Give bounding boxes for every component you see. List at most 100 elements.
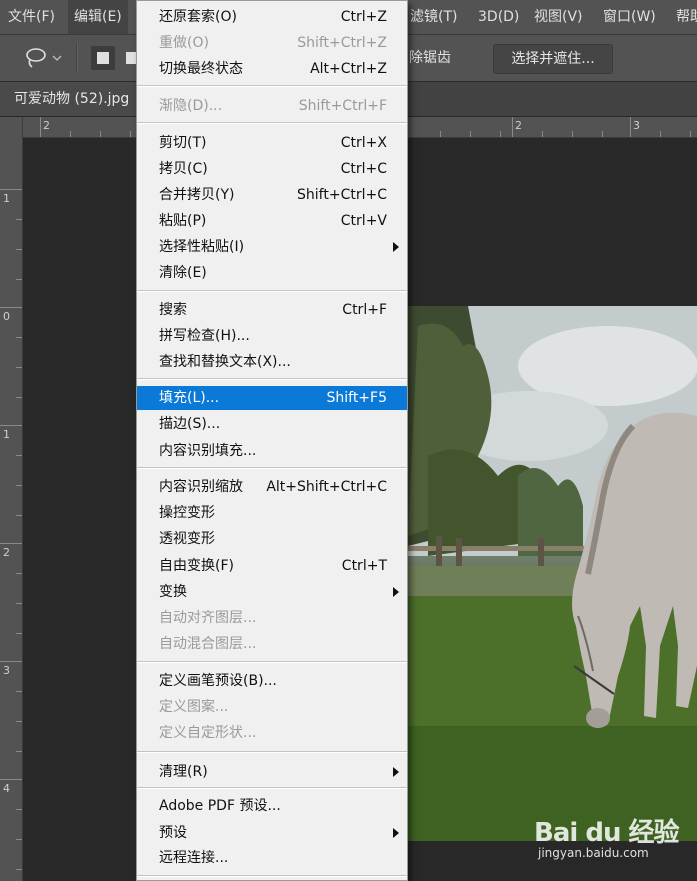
menu-separator [137,875,407,877]
menu-separator [137,751,407,753]
menu-item-auto-align-layers: 自动对齐图层... [159,610,257,626]
ruler-tick [16,691,22,692]
menu-item-auto-blend-layers: 自动混合图层... [159,636,257,652]
ruler-label: 4 [3,782,10,795]
menu-item-transform[interactable]: 变换 [137,580,407,604]
ruler-tick [16,249,22,250]
ruler-tick [16,751,22,752]
ruler-tick [40,117,41,137]
menu-item-spell-check[interactable]: 拼写检查(H)... [137,324,407,348]
ruler-tick [130,131,131,137]
menu-edit[interactable]: 编辑(E) [68,0,128,34]
new-selection-icon [97,52,109,64]
menu-item-stroke[interactable]: 描边(S)... [137,412,407,436]
menu-item-adobe-pdf-presets[interactable]: Adobe PDF 预设... [137,794,407,818]
menu-item-remote-connections[interactable]: 远程连接... [137,846,407,870]
ruler-tick [16,869,22,870]
document-image[interactable] [408,306,697,841]
new-selection-button[interactable] [91,46,115,70]
watermark-url: jingyan.baidu.com [538,846,649,860]
ruler-tick [500,131,501,137]
submenu-arrow-icon [393,828,399,838]
ruler-label: 0 [3,310,10,323]
ruler-tick [16,337,22,338]
submenu-arrow-icon [393,767,399,777]
ruler-label: 1 [3,428,10,441]
menu-item-clear[interactable]: 清除(E) [137,261,407,285]
ruler-label: 2 [43,119,50,132]
ruler-label: 1 [3,192,10,205]
ruler-tick [572,131,573,137]
menu-separator [137,85,407,87]
baidu-watermark: Bai du 经验 jingyan.baidu.com [534,806,694,866]
ruler-tick [16,279,22,280]
menu-item-undo-lasso[interactable]: 还原套索(O) Ctrl+Z [137,5,407,29]
menu-item-purge[interactable]: 清理(R) [137,760,407,784]
menu-item-fade: 渐隐(D)... Shift+Ctrl+F [159,98,387,114]
ruler-tick [16,367,22,368]
ruler-label: 2 [3,546,10,559]
menu-item-presets[interactable]: 预设 [137,821,407,845]
menu-item-cut[interactable]: 剪切(T) Ctrl+X [137,131,407,155]
menu-window[interactable]: 窗口(W) [597,0,662,34]
menu-item-perspective-warp[interactable]: 透视变形 [137,527,407,551]
menu-item-search[interactable]: 搜索 Ctrl+F [137,298,407,322]
ruler-tick [0,779,22,780]
menu-item-free-transform[interactable]: 自由变换(F) Ctrl+T [137,554,407,578]
lasso-tool-picker[interactable] [22,45,62,71]
select-and-mask-button[interactable]: 选择并遮住... [493,44,613,74]
menu-item-define-custom-shape: 定义自定形状... [159,725,257,741]
ruler-label: 2 [515,119,522,132]
menu-item-copy[interactable]: 拷贝(C) Ctrl+C [137,157,407,181]
menu-item-paste[interactable]: 粘贴(P) Ctrl+V [137,209,407,233]
ruler-tick [0,425,22,426]
ruler-tick [0,543,22,544]
menu-file[interactable]: 文件(F) [2,0,61,34]
ruler-tick [0,189,22,190]
document-tab[interactable]: 可爱动物 (52).jpg [0,82,144,116]
add-selection-button[interactable] [117,46,138,70]
menu-item-puppet-warp[interactable]: 操控变形 [137,501,407,525]
edit-menu-dropdown: 还原套索(O) Ctrl+Z 重做(O) Shift+Ctrl+Z 切换最终状态 Al… [136,0,408,881]
menu-item-toggle-last-state[interactable]: 切换最终状态 Alt+Ctrl+Z [137,57,407,81]
menu-separator [137,290,407,292]
menu-separator [137,378,407,380]
ruler-tick [630,117,631,137]
ruler-tick [0,661,22,662]
menu-item-paste-special[interactable]: 选择性粘贴(I) [137,235,407,259]
ruler-tick [16,603,22,604]
ruler-tick [0,307,22,308]
ruler-tick [70,131,71,137]
horse-photo [408,306,697,841]
menu-separator [137,787,407,789]
menu-item-redo: 重做(O) Shift+Ctrl+Z [159,35,387,51]
menu-item-define-pattern: 定义图案... [159,699,229,715]
submenu-arrow-icon [393,587,399,597]
ruler-tick [16,515,22,516]
menu-item-find-replace[interactable]: 查找和替换文本(X)... [137,350,407,374]
watermark-brand: Bai du 经验 [534,818,679,848]
ruler-tick [16,397,22,398]
menu-item-define-brush-preset[interactable]: 定义画笔预设(B)... [137,669,407,693]
menu-item-copy-merged[interactable]: 合并拷贝(Y) Shift+Ctrl+C [137,183,407,207]
menu-view[interactable]: 视图(V) [528,0,589,34]
menu-separator [137,467,407,469]
menu-item-fill[interactable]: 填充(L)... Shift+F5 [137,386,407,410]
ruler-tick [16,485,22,486]
menu-help[interactable]: 帮助 [670,0,697,34]
ruler-tick [470,131,471,137]
lasso-icon [26,48,62,68]
ruler-tick [16,721,22,722]
menu-separator [137,661,407,663]
anti-alias-label[interactable]: 除锯齿 [409,47,451,67]
ruler-tick [16,839,22,840]
menu-item-content-aware-scale[interactable]: 内容识别缩放 Alt+Shift+Ctrl+C [137,475,407,499]
menu-filter[interactable]: 滤镜(T) [404,0,463,34]
ruler-vertical[interactable]: 1 0 1 2 3 4 [0,117,23,881]
ruler-tick [16,633,22,634]
ruler-tick [16,455,22,456]
menu-item-content-aware-fill[interactable]: 内容识别填充... [137,439,407,463]
ruler-tick [690,131,691,137]
submenu-arrow-icon [393,242,399,252]
menu-3d[interactable]: 3D(D) [472,0,525,34]
